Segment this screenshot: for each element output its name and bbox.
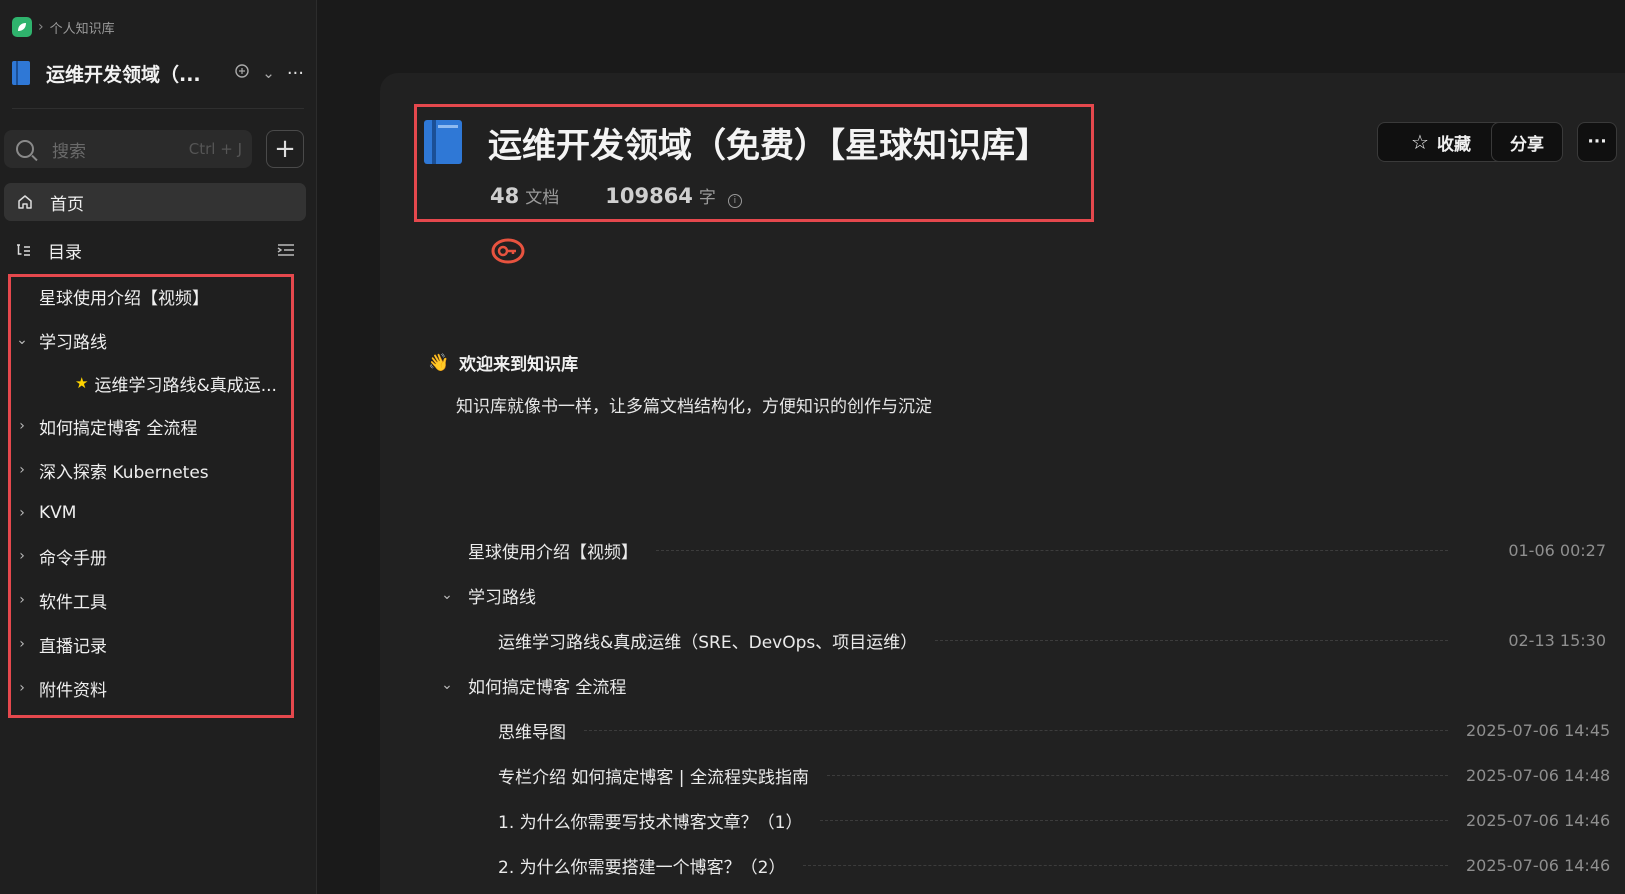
word-unit: 字 xyxy=(698,188,716,208)
doc-title[interactable]: 如何搞定博客 全流程 xyxy=(468,673,1606,698)
add-button[interactable]: + xyxy=(266,130,304,168)
app-logo-icon[interactable] xyxy=(12,17,32,37)
book-icon xyxy=(424,120,462,164)
sync-icon[interactable] xyxy=(234,63,250,83)
toc-item[interactable]: › 附件资料 xyxy=(11,671,107,705)
doc-row[interactable]: 思维导图 2025-07-06 14:45 xyxy=(436,713,1611,747)
wave-icon: 👋 xyxy=(428,352,450,373)
chevron-down-icon[interactable]: ⌄ xyxy=(436,587,458,603)
chevron-right-icon[interactable]: › xyxy=(11,462,33,478)
info-icon[interactable]: i xyxy=(727,194,742,208)
book-header[interactable]: 运维开发领域（... ⌄ ··· xyxy=(12,56,304,90)
star-outline-icon: ☆ xyxy=(1411,130,1429,154)
doc-folder-row[interactable]: ⌄ 学习路线 xyxy=(436,578,1606,612)
toc-item-label: KVM xyxy=(39,503,77,523)
key-icon xyxy=(491,238,525,264)
toc-item[interactable]: › 如何搞定博客 全流程 xyxy=(11,409,197,443)
doc-title[interactable]: 星球使用介绍【视频】 xyxy=(468,538,638,563)
doc-folder-row[interactable]: ⌄ 如何搞定博客 全流程 xyxy=(436,668,1606,702)
doc-unit: 文档 xyxy=(525,188,560,208)
collect-label: 收藏 xyxy=(1436,134,1471,155)
home-icon xyxy=(18,195,32,209)
toc-item[interactable]: › KVM xyxy=(11,496,76,530)
toc-icon xyxy=(17,244,30,256)
welcome-heading: 👋 欢迎来到知识库 xyxy=(428,350,579,376)
word-count: 109864 xyxy=(605,184,693,208)
chevron-right-icon: › xyxy=(38,19,44,35)
toc-item-label: 命令手册 xyxy=(39,548,107,569)
chevron-right-icon[interactable]: › xyxy=(11,418,33,434)
more-icon[interactable]: ··· xyxy=(287,63,304,84)
star-icon: ★ xyxy=(75,374,89,392)
toc-item-label: 直播记录 xyxy=(39,636,107,657)
book-icon xyxy=(12,61,30,85)
toc-item-label: 星球使用介绍【视频】 xyxy=(39,288,209,309)
chevron-down-icon[interactable]: ⌄ xyxy=(262,64,275,82)
toc-item-label: 深入探索 Kubernetes xyxy=(39,462,209,483)
doc-title[interactable]: 思维导图 xyxy=(498,718,566,743)
sidebar: › 个人知识库 运维开发领域（... ⌄ ··· 搜索 Ctrl + J + 首… xyxy=(0,0,317,894)
toc-item[interactable]: › 直播记录 xyxy=(11,627,107,661)
doc-row[interactable]: 专栏介绍 如何搞定博客 | 全流程实践指南 2025-07-06 14:48 xyxy=(436,758,1611,792)
toc-item-label: 运维学习路线&真成运... xyxy=(94,375,277,396)
chevron-right-icon[interactable]: › xyxy=(11,548,33,564)
toc-item-label: 附件资料 xyxy=(39,680,107,701)
collapse-all-icon[interactable] xyxy=(276,242,296,258)
toc-item[interactable]: › 命令手册 xyxy=(11,539,107,573)
doc-title[interactable]: 2. 为什么你需要搭建一个博客？（2） xyxy=(498,853,785,878)
sidebar-item-label: 目录 xyxy=(48,242,82,263)
toc-item-label: 如何搞定博客 全流程 xyxy=(39,418,198,439)
share-label: 分享 xyxy=(1510,134,1544,155)
sidebar-item-home[interactable]: 首页 xyxy=(4,183,306,221)
toc-item-label: 软件工具 xyxy=(39,592,107,613)
book-stats: 48 文档 109864 字 i xyxy=(490,183,742,208)
doc-title[interactable]: 学习路线 xyxy=(468,583,1606,608)
doc-date: 01-06 00:27 xyxy=(1508,540,1606,560)
plus-icon: + xyxy=(274,134,296,164)
doc-title[interactable]: 1. 为什么你需要写技术博客文章？（1） xyxy=(498,808,802,833)
breadcrumb-item[interactable]: 个人知识库 xyxy=(50,18,115,37)
share-button[interactable]: 分享 xyxy=(1491,122,1563,162)
more-icon: ··· xyxy=(1587,132,1607,152)
toc-item[interactable]: › 软件工具 xyxy=(11,583,107,617)
chevron-down-icon[interactable]: ⌄ xyxy=(11,332,33,348)
doc-date: 2025-07-06 14:48 xyxy=(1466,765,1611,785)
doc-title[interactable]: 专栏介绍 如何搞定博客 | 全流程实践指南 xyxy=(498,763,809,788)
search-shortcut: Ctrl + J xyxy=(188,140,242,158)
search-icon xyxy=(16,140,34,158)
toc-item[interactable]: 星球使用介绍【视频】 xyxy=(11,279,209,313)
page-title: 运维开发领域（免费）【星球知识库】 xyxy=(488,126,1049,166)
toc-item[interactable]: ⌄ 学习路线 xyxy=(11,323,107,357)
welcome-title: 欢迎来到知识库 xyxy=(459,355,579,375)
doc-title[interactable]: 运维学习路线&真成运维（SRE、DevOps、项目运维） xyxy=(498,628,917,653)
doc-date: 2025-07-06 14:46 xyxy=(1466,810,1611,830)
sidebar-item-label: 首页 xyxy=(50,194,84,215)
more-button[interactable]: ··· xyxy=(1577,122,1617,162)
collect-button[interactable]: ☆ 收藏 xyxy=(1377,122,1505,162)
divider xyxy=(12,108,304,109)
chevron-right-icon[interactable]: › xyxy=(11,636,33,652)
doc-date: 2025-07-06 14:46 xyxy=(1466,855,1611,875)
chevron-right-icon[interactable]: › xyxy=(11,505,33,521)
breadcrumb: › 个人知识库 xyxy=(12,16,115,38)
sidebar-item-toc[interactable]: 目录 xyxy=(4,232,306,268)
search-placeholder: 搜索 xyxy=(52,141,86,162)
toc-item[interactable]: › 深入探索 Kubernetes xyxy=(11,453,209,487)
toc-item-label: 学习路线 xyxy=(39,332,107,353)
chevron-right-icon[interactable]: › xyxy=(11,680,33,696)
chevron-right-icon[interactable]: › xyxy=(11,592,33,608)
doc-row[interactable]: 1. 为什么你需要写技术博客文章？（1） 2025-07-06 14:46 xyxy=(436,803,1611,837)
toc-tree: 星球使用介绍【视频】 ⌄ 学习路线 ★ 运维学习路线&真成运... › 如何搞定… xyxy=(8,274,294,718)
doc-row[interactable]: 运维学习路线&真成运维（SRE、DevOps、项目运维） 02-13 15:30 xyxy=(436,623,1606,657)
welcome-description: 知识库就像书一样，让多篇文档结构化，方便知识的创作与沉淀 xyxy=(456,397,932,417)
doc-row[interactable]: 2. 为什么你需要搭建一个博客？（2） 2025-07-06 14:46 xyxy=(436,848,1611,882)
doc-date: 2025-07-06 14:45 xyxy=(1466,720,1611,740)
toc-item[interactable]: ★ 运维学习路线&真成运... xyxy=(11,366,277,400)
doc-date: 02-13 15:30 xyxy=(1508,630,1606,650)
search-input[interactable]: 搜索 Ctrl + J xyxy=(4,130,252,168)
book-title[interactable]: 运维开发领域（... xyxy=(46,60,222,87)
doc-count: 48 xyxy=(490,184,520,208)
chevron-down-icon[interactable]: ⌄ xyxy=(436,677,458,693)
doc-row[interactable]: 星球使用介绍【视频】 01-06 00:27 xyxy=(436,533,1606,567)
